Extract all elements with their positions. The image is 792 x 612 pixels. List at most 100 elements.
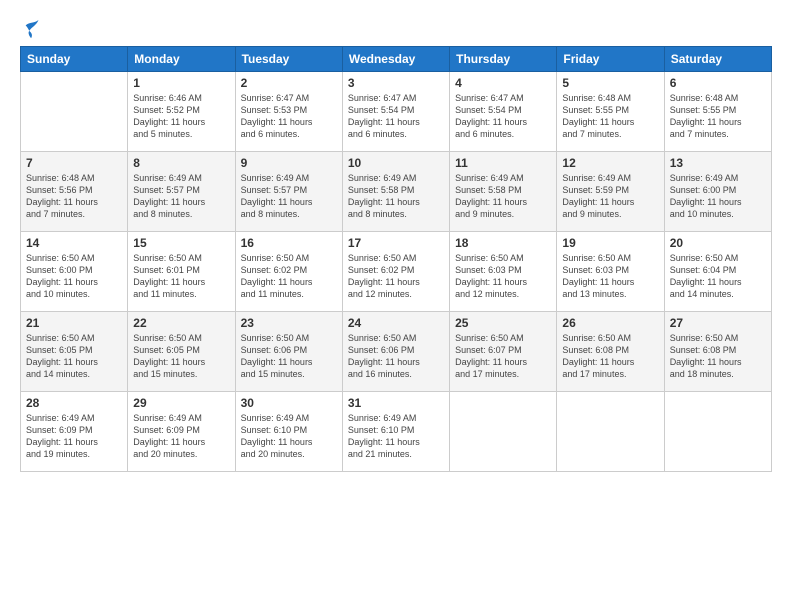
day-info: Sunrise: 6:50 AMSunset: 6:02 PMDaylight:… [241, 252, 337, 301]
calendar-cell: 2Sunrise: 6:47 AMSunset: 5:53 PMDaylight… [235, 72, 342, 152]
day-number: 23 [241, 316, 337, 330]
calendar-cell: 19 Sunrise: 6:50 AMSunset: 6:03 PMDayligh… [557, 232, 664, 312]
day-info: Sunrise: 6:49 AMSunset: 6:09 PMDaylight:… [133, 412, 229, 461]
day-number: 6 [670, 76, 766, 90]
calendar-header-wednesday: Wednesday [342, 47, 449, 72]
calendar-cell: 28Sunrise: 6:49 AMSunset: 6:09 PMDayligh… [21, 392, 128, 472]
day-info: Sunrise: 6:50 AMSunset: 6:01 PMDaylight:… [133, 252, 229, 301]
day-info: Sunrise: 6:49 AMSunset: 5:57 PMDaylight:… [241, 172, 337, 221]
day-number: 20 [670, 236, 766, 250]
day-info: Sunrise: 6:50 AMSunset: 6:03 PMDaylight:… [455, 252, 551, 301]
calendar-cell: 1Sunrise: 6:46 AMSunset: 5:52 PMDaylight… [128, 72, 235, 152]
calendar-cell: 22 Sunrise: 6:50 AMSunset: 6:05 PMDayligh… [128, 312, 235, 392]
header [20, 18, 772, 40]
calendar-week-1: 1Sunrise: 6:46 AMSunset: 5:52 PMDaylight… [21, 72, 772, 152]
day-number: 28 [26, 396, 122, 410]
calendar-cell: 5Sunrise: 6:48 AMSunset: 5:55 PMDaylight… [557, 72, 664, 152]
day-number: 31 [348, 396, 444, 410]
day-info: Sunrise: 6:49 AMSunset: 6:00 PMDaylight:… [670, 172, 766, 221]
day-number: 9 [241, 156, 337, 170]
calendar-header-row: SundayMondayTuesdayWednesdayThursdayFrid… [21, 47, 772, 72]
calendar-week-3: 14 Sunrise: 6:50 AMSunset: 6:00 PMDayligh… [21, 232, 772, 312]
calendar-week-2: 7Sunrise: 6:48 AMSunset: 5:56 PMDaylight… [21, 152, 772, 232]
calendar-cell: 12 Sunrise: 6:49 AMSunset: 5:59 PMDayligh… [557, 152, 664, 232]
day-info: Sunrise: 6:50 AMSunset: 6:08 PMDaylight:… [670, 332, 766, 381]
calendar-cell: 18 Sunrise: 6:50 AMSunset: 6:03 PMDayligh… [450, 232, 557, 312]
day-number: 2 [241, 76, 337, 90]
day-number: 29 [133, 396, 229, 410]
page: SundayMondayTuesdayWednesdayThursdayFrid… [0, 0, 792, 612]
day-info: Sunrise: 6:49 AMSunset: 5:58 PMDaylight:… [455, 172, 551, 221]
day-info: Sunrise: 6:50 AMSunset: 6:05 PMDaylight:… [26, 332, 122, 381]
day-number: 21 [26, 316, 122, 330]
day-info: Sunrise: 6:49 AMSunset: 5:58 PMDaylight:… [348, 172, 444, 221]
calendar-cell [557, 392, 664, 472]
day-info: Sunrise: 6:49 AMSunset: 5:59 PMDaylight:… [562, 172, 658, 221]
day-number: 10 [348, 156, 444, 170]
calendar-table: SundayMondayTuesdayWednesdayThursdayFrid… [20, 46, 772, 472]
logo-bird-icon [22, 18, 44, 40]
calendar-cell: 20 Sunrise: 6:50 AMSunset: 6:04 PMDayligh… [664, 232, 771, 312]
day-number: 30 [241, 396, 337, 410]
day-number: 12 [562, 156, 658, 170]
calendar-cell: 7Sunrise: 6:48 AMSunset: 5:56 PMDaylight… [21, 152, 128, 232]
calendar-header-friday: Friday [557, 47, 664, 72]
day-number: 8 [133, 156, 229, 170]
calendar-cell: 26 Sunrise: 6:50 AMSunset: 6:08 PMDayligh… [557, 312, 664, 392]
day-number: 14 [26, 236, 122, 250]
day-number: 17 [348, 236, 444, 250]
day-info: Sunrise: 6:50 AMSunset: 6:04 PMDaylight:… [670, 252, 766, 301]
calendar-week-5: 28 Sunrise: 6:49 AMSunset: 6:09 PMDayligh… [21, 392, 772, 472]
day-info: Sunrise: 6:50 AMSunset: 6:06 PMDaylight:… [348, 332, 444, 381]
day-info: Sunrise: 6:50 AMSunset: 6:06 PMDaylight:… [241, 332, 337, 381]
calendar-cell: 21 Sunrise: 6:50 AMSunset: 6:05 PMDayligh… [21, 312, 128, 392]
calendar-cell: 8 Sunrise: 6:49 AMSunset: 5:57 PMDaylight… [128, 152, 235, 232]
day-info: Sunrise: 6:48 AMSunset: 5:56 PMDaylight:… [26, 172, 122, 221]
calendar-cell: 3Sunrise: 6:47 AMSunset: 5:54 PMDaylight… [342, 72, 449, 152]
calendar-header-thursday: Thursday [450, 47, 557, 72]
calendar-cell [21, 72, 128, 152]
calendar-cell: 15 Sunrise: 6:50 AMSunset: 6:01 PMDayligh… [128, 232, 235, 312]
day-info: Sunrise: 6:49 AMSunset: 6:10 PMDaylight:… [241, 412, 337, 461]
day-number: 1 [133, 76, 229, 90]
calendar-cell: 29 Sunrise: 6:49 AMSunset: 6:09 PMDayligh… [128, 392, 235, 472]
day-number: 11 [455, 156, 551, 170]
day-number: 19 [562, 236, 658, 250]
day-number: 27 [670, 316, 766, 330]
calendar-cell: 11 Sunrise: 6:49 AMSunset: 5:58 PMDayligh… [450, 152, 557, 232]
day-number: 22 [133, 316, 229, 330]
calendar-cell: 25Sunrise: 6:50 AMSunset: 6:07 PMDayligh… [450, 312, 557, 392]
day-info: Sunrise: 6:48 AMSunset: 5:55 PMDaylight:… [670, 92, 766, 141]
calendar-cell: 13 Sunrise: 6:49 AMSunset: 6:00 PMDayligh… [664, 152, 771, 232]
day-number: 15 [133, 236, 229, 250]
day-info: Sunrise: 6:50 AMSunset: 6:00 PMDaylight:… [26, 252, 122, 301]
calendar-cell: 31Sunrise: 6:49 AMSunset: 6:10 PMDayligh… [342, 392, 449, 472]
calendar-cell: 9 Sunrise: 6:49 AMSunset: 5:57 PMDaylight… [235, 152, 342, 232]
calendar-cell: 17 Sunrise: 6:50 AMSunset: 6:02 PMDayligh… [342, 232, 449, 312]
calendar-cell: 10 Sunrise: 6:49 AMSunset: 5:58 PMDayligh… [342, 152, 449, 232]
day-number: 3 [348, 76, 444, 90]
calendar-cell: 4Sunrise: 6:47 AMSunset: 5:54 PMDaylight… [450, 72, 557, 152]
day-info: Sunrise: 6:49 AMSunset: 5:57 PMDaylight:… [133, 172, 229, 221]
calendar-cell: 6 Sunrise: 6:48 AMSunset: 5:55 PMDaylight… [664, 72, 771, 152]
day-number: 13 [670, 156, 766, 170]
day-info: Sunrise: 6:50 AMSunset: 6:02 PMDaylight:… [348, 252, 444, 301]
calendar-cell: 16 Sunrise: 6:50 AMSunset: 6:02 PMDayligh… [235, 232, 342, 312]
calendar-week-4: 21 Sunrise: 6:50 AMSunset: 6:05 PMDayligh… [21, 312, 772, 392]
day-info: Sunrise: 6:50 AMSunset: 6:08 PMDaylight:… [562, 332, 658, 381]
calendar-header-monday: Monday [128, 47, 235, 72]
calendar-cell: 30 Sunrise: 6:49 AMSunset: 6:10 PMDayligh… [235, 392, 342, 472]
calendar-header-sunday: Sunday [21, 47, 128, 72]
day-number: 16 [241, 236, 337, 250]
calendar-cell: 24Sunrise: 6:50 AMSunset: 6:06 PMDayligh… [342, 312, 449, 392]
day-info: Sunrise: 6:50 AMSunset: 6:05 PMDaylight:… [133, 332, 229, 381]
day-number: 26 [562, 316, 658, 330]
day-number: 4 [455, 76, 551, 90]
calendar-cell: 27 Sunrise: 6:50 AMSunset: 6:08 PMDayligh… [664, 312, 771, 392]
day-number: 5 [562, 76, 658, 90]
day-number: 18 [455, 236, 551, 250]
day-number: 25 [455, 316, 551, 330]
calendar-cell [664, 392, 771, 472]
calendar-header-tuesday: Tuesday [235, 47, 342, 72]
day-info: Sunrise: 6:50 AMSunset: 6:03 PMDaylight:… [562, 252, 658, 301]
